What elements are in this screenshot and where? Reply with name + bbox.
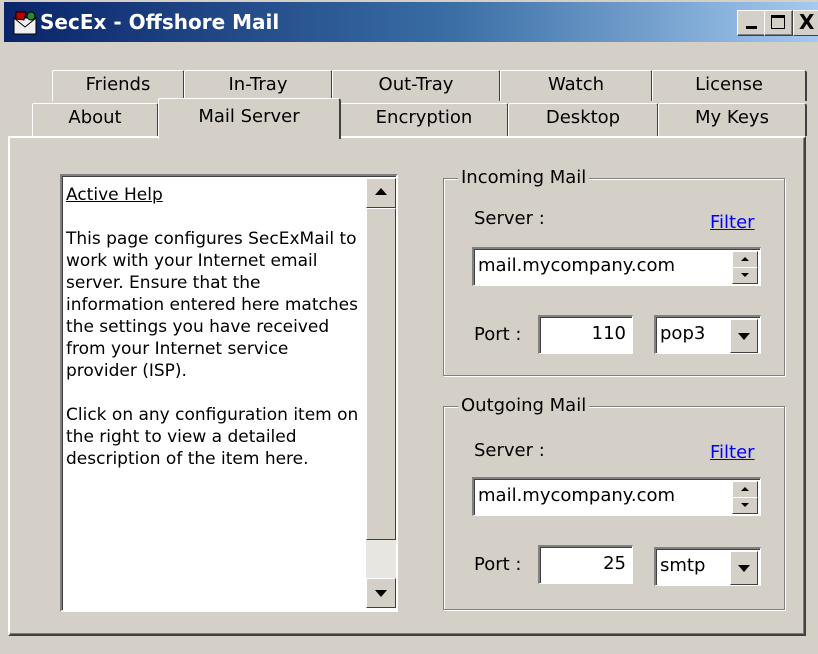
spin-down-button[interactable] bbox=[732, 267, 758, 284]
outgoing-server-field[interactable]: mail.mycompany.com bbox=[472, 477, 761, 516]
tab-watch[interactable]: Watch bbox=[500, 70, 653, 101]
help-title: Active Help bbox=[66, 185, 163, 205]
incoming-mail-legend: Incoming Mail bbox=[458, 165, 590, 191]
spin-up-icon bbox=[741, 487, 749, 491]
incoming-mail-group: Incoming Mail Server : Filter mail.mycom… bbox=[443, 165, 785, 376]
outgoing-mail-legend: Outgoing Mail bbox=[458, 393, 590, 419]
minimize-button[interactable] bbox=[737, 10, 766, 36]
tab-in-tray[interactable]: In-Tray bbox=[184, 70, 333, 101]
incoming-port-field[interactable]: 110 bbox=[538, 315, 633, 354]
tab-encryption[interactable]: Encryption bbox=[340, 103, 509, 136]
outgoing-filter-link[interactable]: Filter bbox=[710, 441, 755, 465]
outgoing-port-field[interactable]: 25 bbox=[538, 545, 633, 584]
outgoing-protocol-dropdown-button[interactable] bbox=[730, 551, 758, 585]
chevron-down-icon bbox=[738, 565, 750, 572]
outgoing-server-spinner[interactable] bbox=[732, 481, 758, 514]
incoming-server-spinner[interactable] bbox=[732, 251, 758, 284]
arrow-down-icon bbox=[375, 590, 387, 597]
spin-up-button[interactable] bbox=[732, 251, 758, 268]
tab-license[interactable]: License bbox=[652, 70, 807, 101]
incoming-server-label: Server : bbox=[474, 208, 545, 229]
window-title: SecEx - Offshore Mail bbox=[40, 10, 280, 34]
scroll-thumb[interactable] bbox=[366, 208, 396, 540]
main-window: SecEx - Offshore Mail X Friends In-Tray … bbox=[0, 0, 818, 654]
tab-about[interactable]: About bbox=[32, 103, 159, 136]
outgoing-mail-group: Outgoing Mail Server : Filter mail.mycom… bbox=[443, 393, 785, 610]
outgoing-port-label: Port : bbox=[474, 554, 522, 575]
close-button[interactable]: X bbox=[793, 10, 818, 36]
scroll-down-button[interactable] bbox=[366, 578, 396, 608]
tab-out-tray[interactable]: Out-Tray bbox=[332, 70, 501, 101]
spin-up-button[interactable] bbox=[732, 481, 758, 498]
help-scrollbar[interactable] bbox=[366, 178, 396, 608]
incoming-protocol-dropdown-button[interactable] bbox=[730, 319, 758, 353]
active-help-box[interactable]: Active Help This page configures SecExMa… bbox=[60, 174, 398, 612]
help-content: Active Help This page configures SecExMa… bbox=[66, 184, 362, 470]
spin-down-button[interactable] bbox=[732, 497, 758, 514]
incoming-port-label: Port : bbox=[474, 324, 522, 345]
minimize-icon bbox=[746, 26, 757, 29]
maximize-button[interactable] bbox=[764, 10, 793, 36]
incoming-server-field[interactable]: mail.mycompany.com bbox=[472, 247, 761, 286]
scroll-up-button[interactable] bbox=[366, 178, 396, 208]
arrow-up-icon bbox=[375, 188, 387, 195]
chevron-down-icon bbox=[738, 333, 750, 340]
incoming-filter-link[interactable]: Filter bbox=[710, 211, 755, 235]
tab-my-keys[interactable]: My Keys bbox=[658, 103, 807, 136]
spin-up-icon bbox=[741, 257, 749, 261]
spin-down-icon bbox=[741, 273, 749, 277]
secex-app-icon bbox=[13, 11, 37, 35]
maximize-icon bbox=[771, 15, 785, 29]
tab-friends[interactable]: Friends bbox=[52, 70, 185, 101]
spin-down-icon bbox=[741, 503, 749, 507]
outgoing-server-label: Server : bbox=[474, 440, 545, 461]
title-bar[interactable]: SecEx - Offshore Mail X bbox=[4, 2, 818, 42]
help-text: This page configures SecExMail to work w… bbox=[66, 229, 359, 469]
outgoing-protocol-select[interactable]: smtp bbox=[654, 547, 761, 586]
tab-mail-server[interactable]: Mail Server bbox=[158, 98, 341, 139]
close-icon: X bbox=[799, 10, 815, 34]
tab-desktop[interactable]: Desktop bbox=[508, 103, 659, 136]
incoming-protocol-select[interactable]: pop3 bbox=[654, 315, 761, 354]
